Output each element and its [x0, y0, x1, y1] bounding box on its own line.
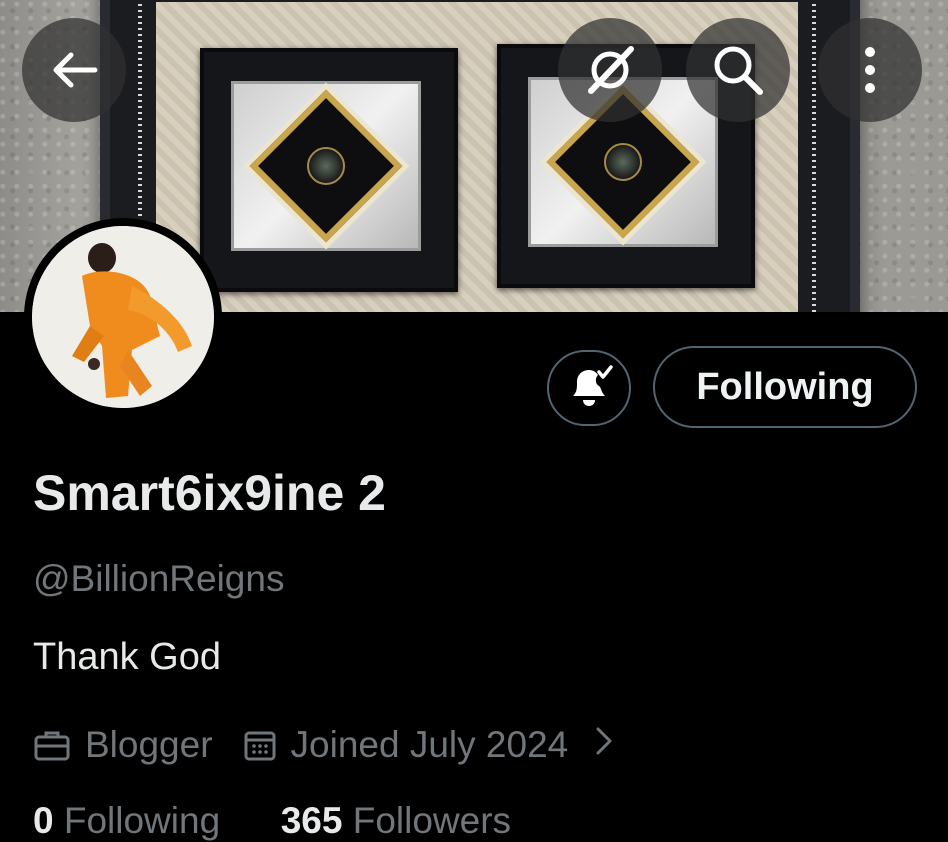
- followers-count-link[interactable]: 365 Followers: [281, 800, 511, 841]
- arrow-left-icon: [53, 52, 98, 88]
- chevron-right-icon[interactable]: [594, 724, 614, 766]
- back-button[interactable]: [22, 18, 126, 122]
- picture-medal: [604, 143, 642, 181]
- calendar-icon: [243, 728, 277, 762]
- more-button[interactable]: [818, 18, 922, 122]
- following-label: Following: [63, 800, 221, 841]
- avatar-figure: [32, 226, 214, 408]
- bell-check-icon: [573, 365, 613, 406]
- user-handle: @BillionReigns: [33, 558, 285, 599]
- joined-date: Joined July 2024: [290, 724, 569, 765]
- followers-label: Followers: [352, 800, 512, 841]
- more-vertical-icon: [865, 47, 875, 93]
- notifications-button[interactable]: [547, 350, 631, 426]
- search-button[interactable]: [686, 18, 790, 122]
- avatar-photo: [32, 226, 214, 408]
- grok-icon: [588, 46, 634, 94]
- following-count-link[interactable]: 0 Following: [33, 800, 220, 841]
- avatar[interactable]: [24, 218, 222, 416]
- display-name: Smart6ix9ine 2: [33, 465, 386, 521]
- bio: Thank God: [33, 636, 221, 678]
- briefcase-icon: [33, 728, 71, 762]
- followers-count: 365: [280, 800, 343, 841]
- follow-counts: 0 Following 365 Followers: [33, 800, 511, 842]
- search-icon: [714, 46, 763, 95]
- picture-mirror: [234, 84, 418, 248]
- following-button[interactable]: Following: [653, 346, 917, 428]
- frame-bead-right: [812, 0, 816, 312]
- picture-medal: [307, 147, 345, 185]
- profile-meta: Blogger Joined July 2024: [33, 720, 614, 770]
- following-count: 0: [33, 800, 54, 841]
- profile-category[interactable]: Blogger: [85, 724, 213, 766]
- banner-picture-left: [200, 48, 458, 292]
- grok-button[interactable]: [558, 18, 662, 122]
